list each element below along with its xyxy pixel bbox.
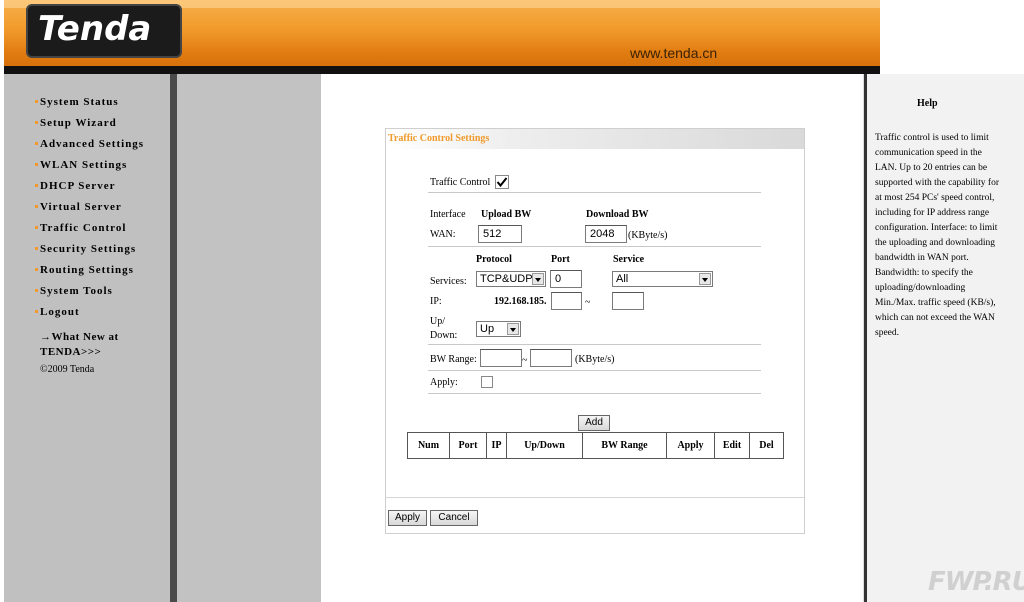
sidebar-item-routing-settings[interactable]: Routing Settings (35, 264, 134, 276)
ip-end-input[interactable] (612, 292, 644, 310)
bw-range-separator: ~ (522, 355, 528, 366)
sidebar-item-dhcp-server[interactable]: DHCP Server (34, 180, 115, 192)
column-header: Num (407, 432, 450, 459)
apply-button[interactable]: Apply (388, 510, 427, 526)
divider (428, 192, 761, 193)
service-select-value: All (616, 273, 629, 285)
port-label: Port (551, 254, 570, 265)
copyright-text: ©2009 Tenda (40, 364, 95, 375)
divider (428, 370, 761, 371)
bw-range-label: BW Range: (430, 354, 477, 365)
ip-label: IP: (430, 296, 442, 307)
interface-label: Interface (430, 209, 466, 220)
divider (428, 344, 761, 345)
whats-new-link[interactable]: →What New at TENDA>>> (40, 330, 150, 360)
ip-start-input[interactable] (551, 292, 582, 310)
sidebar-item-system-status[interactable]: System Status (35, 96, 119, 108)
column-header: Up/Down (506, 432, 583, 459)
service-label: Service (613, 254, 645, 265)
traffic-control-label: Traffic Control (430, 177, 491, 188)
sidebar-item-virtual-server[interactable]: Virtual Server (35, 201, 122, 213)
sidebar-gap (177, 74, 321, 602)
sidebar-divider (170, 74, 177, 602)
upload-bw-input[interactable]: 512 (478, 225, 522, 243)
sidebar-item-advanced-settings[interactable]: Advanced Settings (34, 138, 144, 150)
column-header: Port (449, 432, 487, 459)
form-title: Traffic Control Settings (388, 133, 490, 144)
rules-table: Num Port IP Up/Down BW Range Apply Edit … (407, 432, 784, 459)
form-title-bar: Traffic Control Settings (386, 129, 804, 149)
column-header: Edit (714, 432, 750, 459)
port-input[interactable]: 0 (550, 270, 582, 288)
divider (428, 246, 761, 247)
apply-checkbox[interactable] (481, 376, 493, 388)
sidebar-item-logout[interactable]: Logout (35, 306, 80, 318)
apply-label: Apply: (430, 377, 458, 388)
help-text: Traffic control is used to limit communi… (875, 133, 999, 338)
add-button[interactable]: Add (578, 415, 610, 431)
cancel-button[interactable]: Cancel (430, 510, 478, 526)
download-bw-unit: (KByte/s) (628, 230, 668, 241)
service-select[interactable]: All (612, 271, 713, 287)
protocol-select[interactable]: TCP&UDP (476, 271, 546, 287)
column-header: BW Range (582, 432, 667, 459)
help-panel: Help Traffic control is used to limit co… (867, 74, 1024, 602)
help-title: Help (917, 98, 938, 109)
header-bottom-bar (4, 66, 880, 74)
services-label: Services: (430, 276, 467, 287)
chevron-down-icon (507, 323, 519, 335)
sidebar-item-security-settings[interactable]: Security Settings (34, 243, 136, 255)
ip-prefix: 192.168.185. (494, 296, 547, 307)
protocol-select-value: TCP&UDP (480, 273, 533, 285)
bw-range-max-input[interactable] (530, 349, 572, 367)
bw-range-unit: (KByte/s) (575, 354, 615, 365)
traffic-control-checkbox[interactable] (495, 175, 509, 189)
chevron-down-icon (532, 273, 544, 285)
divider (386, 497, 804, 498)
watermark-logo: FWP.RU (928, 567, 1024, 597)
sidebar-item-setup-wizard[interactable]: Setup Wizard (35, 117, 117, 129)
header-banner: Tenda www.tenda.cn (4, 0, 880, 74)
upload-bw-label: Upload BW (481, 209, 532, 220)
column-header: Del (749, 432, 784, 459)
protocol-label: Protocol (476, 254, 512, 265)
site-url: www.tenda.cn (630, 45, 718, 61)
download-bw-label: Download BW (586, 209, 649, 220)
column-header: Apply (666, 432, 715, 459)
ip-range-separator: ~ (585, 297, 591, 308)
sidebar-item-system-tools[interactable]: System Tools (35, 285, 113, 297)
chevron-down-icon (699, 273, 711, 285)
updown-select[interactable]: Up (476, 321, 521, 337)
wan-label: WAN: (430, 229, 456, 240)
updown-select-value: Up (480, 323, 495, 335)
sidebar-item-wlan-settings[interactable]: WLAN Settings (34, 159, 127, 171)
table-header-row: Num Port IP Up/Down BW Range Apply Edit … (407, 432, 784, 459)
bw-range-min-input[interactable] (480, 349, 522, 367)
updown-label: Up/ Down: (430, 316, 458, 341)
logo-text: Tenda (38, 9, 152, 49)
download-bw-input[interactable]: 2048 (585, 225, 627, 243)
tenda-logo: Tenda (26, 4, 182, 58)
column-header: IP (486, 432, 507, 459)
divider (428, 393, 761, 394)
sidebar-item-traffic-control[interactable]: Traffic Control (34, 222, 126, 234)
